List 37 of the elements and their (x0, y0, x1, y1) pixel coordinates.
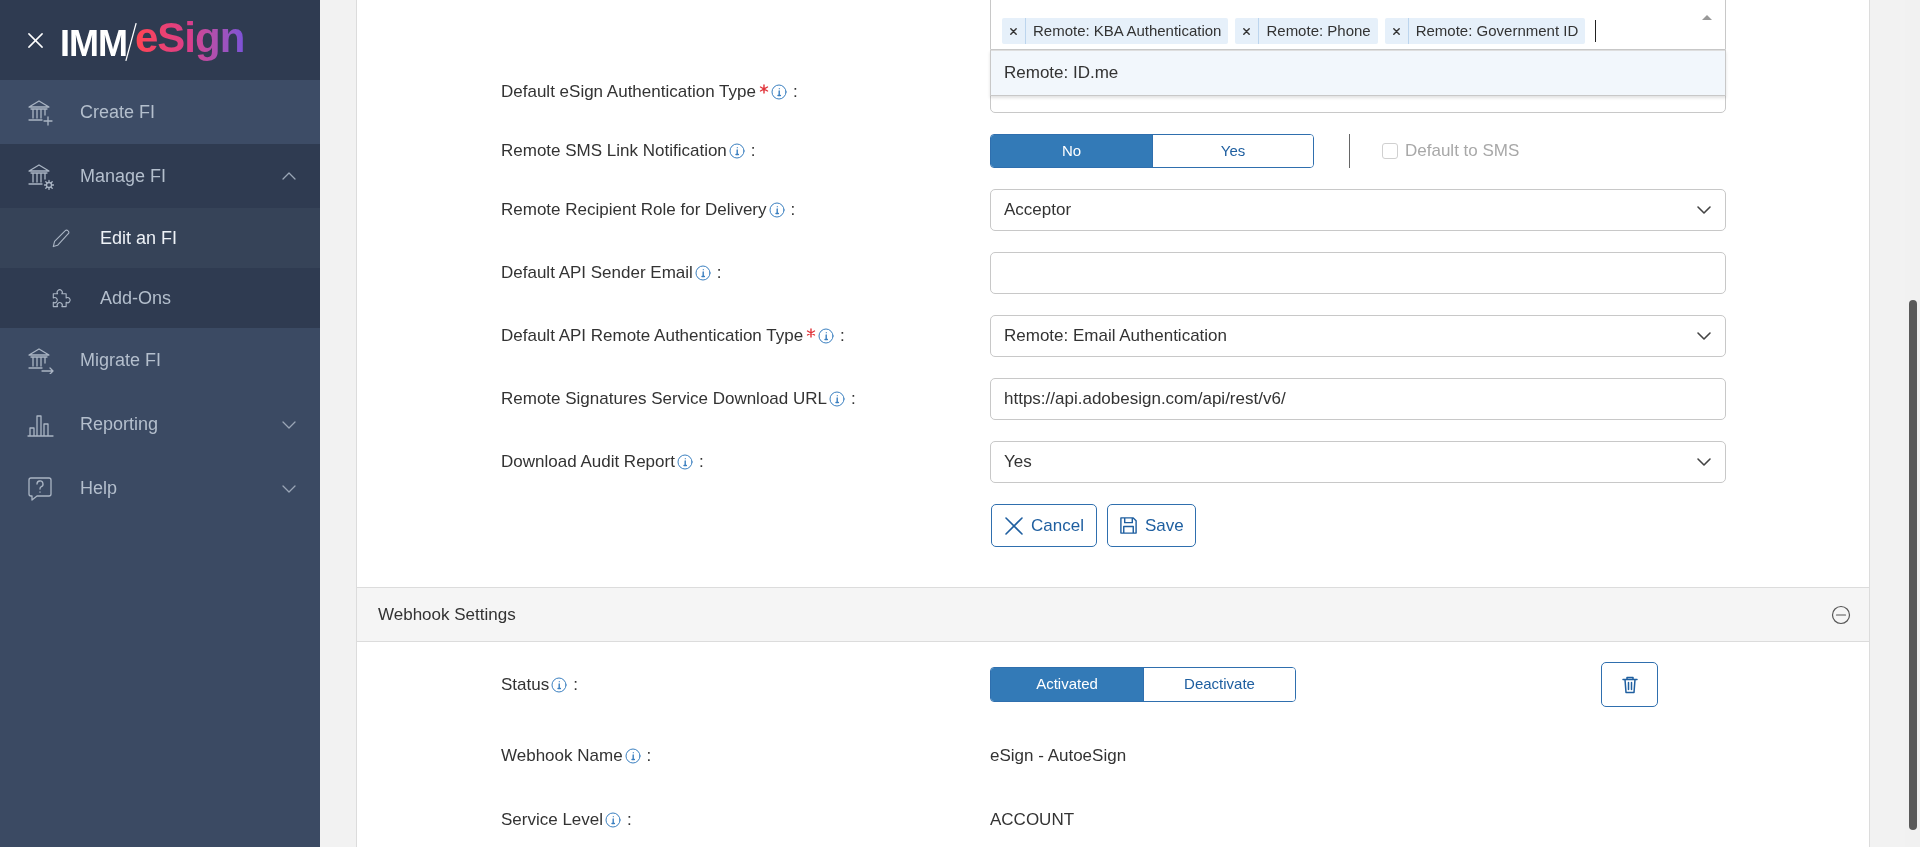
select-value: Yes (1004, 451, 1033, 474)
select-value: Acceptor (1004, 199, 1073, 222)
field-label: Default eSign Authentication Type (501, 81, 756, 104)
nav-label: Edit an FI (100, 226, 178, 250)
field-label: Webhook Name (501, 745, 623, 768)
label-colon: : (646, 745, 652, 768)
nav-label: Help (80, 476, 118, 500)
nav-label: Reporting (80, 412, 159, 436)
label-colon: : (851, 388, 856, 411)
label-colon: : (698, 451, 704, 474)
field-label: Download Audit Report (501, 451, 675, 474)
tag-label: Remote: Government ID (1407, 18, 1586, 44)
label-colon: : (750, 140, 756, 163)
label-colon: : (790, 199, 796, 222)
field-label: Status (501, 673, 550, 696)
nav-label: Migrate FI (80, 348, 162, 372)
nav-label: Add-Ons (100, 286, 172, 310)
field-label: Default API Sender Email (501, 262, 693, 285)
field-value: ACCOUNT (990, 809, 1075, 832)
label-colon: : (716, 262, 722, 285)
section-title: Webhook Settings (378, 603, 516, 626)
field-value: eSign - AutoeSign (990, 745, 1127, 768)
tag-label: Remote: Phone (1258, 18, 1378, 44)
label-colon: : (792, 81, 798, 104)
checkbox-label: Default to SMS (1405, 140, 1520, 163)
label-colon: : (840, 325, 845, 348)
field-label: Service Level (501, 809, 604, 832)
select-value: Remote: Email Authentication (1004, 325, 1228, 348)
tag-label: Remote: KBA Authentication (1025, 18, 1229, 44)
label-colon: : (627, 809, 632, 832)
field-label: Default API Remote Authentication Type (501, 325, 804, 348)
field-label: Remote Recipient Role for Delivery (501, 199, 767, 222)
label-colon: : (573, 673, 578, 696)
nav-label: Create FI (80, 100, 156, 124)
nav-label: Manage FI (80, 164, 167, 188)
field-label: Remote SMS Link Notification (501, 140, 727, 163)
field-label: Remote Signatures Service Download URL (501, 388, 827, 411)
